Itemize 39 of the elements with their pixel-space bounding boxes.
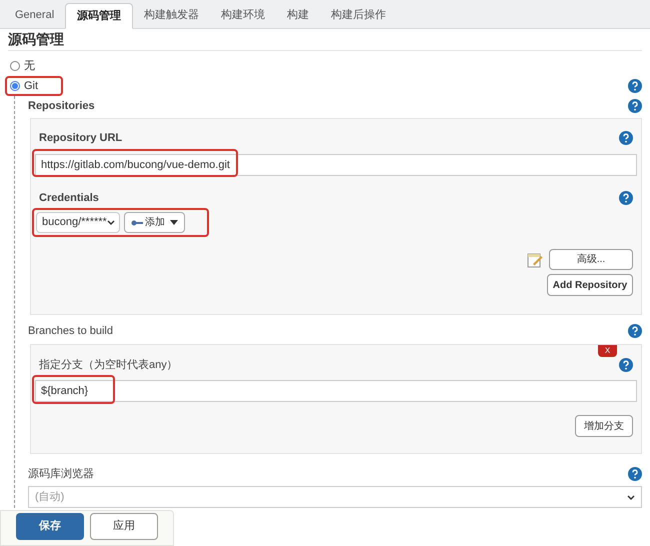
tab[interactable]: 构建 [276,2,320,28]
help-icon[interactable] [619,191,633,205]
field-label: 指定分支（为空时代表any） [39,358,178,373]
chevron-down-icon [627,494,635,500]
field-label: Repositories [28,98,95,114]
apply-button[interactable]: 应用 [90,513,158,540]
branch-field[interactable]: ${branch} [35,380,637,402]
credentials-select[interactable]: bucong/****** [36,212,120,233]
help-icon[interactable] [628,324,642,338]
notepad-icon [527,252,543,268]
radio-button[interactable] [10,81,20,91]
help-icon[interactable] [628,99,642,113]
tab[interactable]: 构建后操作 [320,2,398,28]
field-label: Repository URL [39,130,122,146]
add-branch-button[interactable]: 增加分支 [575,415,633,437]
field-label: Branches to build [28,324,113,339]
caret-icon [170,220,178,225]
tab[interactable]: 源码管理 [65,3,134,29]
radio-label: Git [24,78,38,94]
tab[interactable]: 构建触发器 [133,2,210,28]
radio-label: 无 [24,58,35,74]
section-title: 源码管理 [8,29,642,51]
help-icon[interactable] [619,131,633,145]
radio-button[interactable] [10,61,20,71]
delete-button[interactable]: X [598,345,617,357]
save-button[interactable]: 保存 [16,513,84,540]
advanced-button[interactable]: 高级... [549,249,633,270]
chevron-down-icon [106,220,115,225]
repository-url-field[interactable]: https://gitlab.com/bucong/vue-demo.git [35,154,637,176]
help-icon[interactable] [628,467,642,481]
help-icon[interactable] [628,79,642,93]
field-label: 源码库浏览器 [28,466,94,482]
add-credentials-button[interactable]: 添加 [124,212,185,233]
field-label: Credentials [39,190,99,206]
key-icon [131,220,143,226]
help-icon[interactable] [619,358,633,372]
add-repository-button[interactable]: Add Repository [547,274,633,296]
tab[interactable]: General [4,2,66,28]
tab[interactable]: 构建环境 [210,2,276,28]
